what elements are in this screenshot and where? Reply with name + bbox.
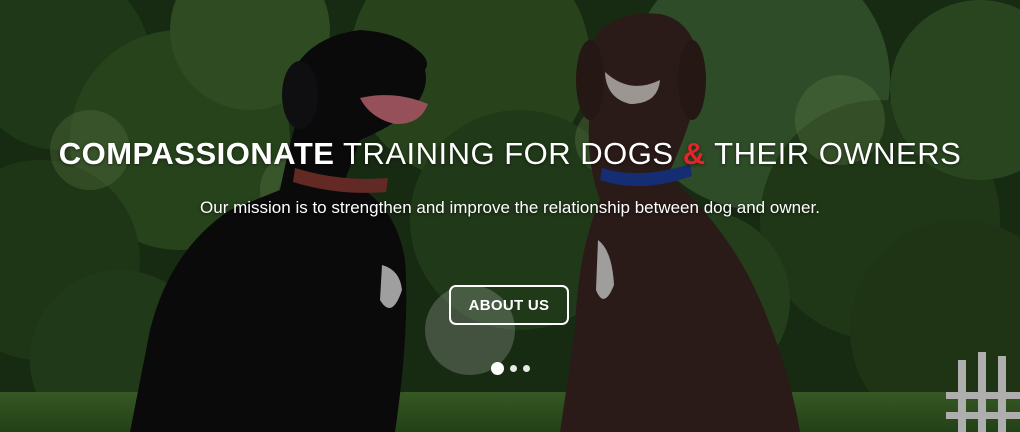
headline-text-1: TRAINING FOR DOGS xyxy=(343,136,674,171)
slide-dot-2[interactable] xyxy=(509,365,517,372)
headline-ampersand: & xyxy=(682,136,706,171)
about-us-button[interactable]: ABOUT US xyxy=(449,285,569,325)
about-us-button-label: ABOUT US xyxy=(468,296,550,314)
slide-dot-1[interactable] xyxy=(490,362,504,375)
hero-content: COMPASSIONATE TRAINING FOR DOGS & THEIR … xyxy=(0,0,1020,432)
headline-text-2: THEIR OWNERS xyxy=(714,136,962,171)
hero-tagline: Our mission is to strengthen and improve… xyxy=(200,198,820,217)
slider-pagination xyxy=(0,362,1020,375)
hero-headline: COMPASSIONATE TRAINING FOR DOGS & THEIR … xyxy=(0,136,1020,172)
headline-emphasis: COMPASSIONATE xyxy=(58,136,335,171)
slide-dot-3[interactable] xyxy=(522,365,530,372)
hero-slider: COMPASSIONATE TRAINING FOR DOGS & THEIR … xyxy=(0,0,1020,432)
